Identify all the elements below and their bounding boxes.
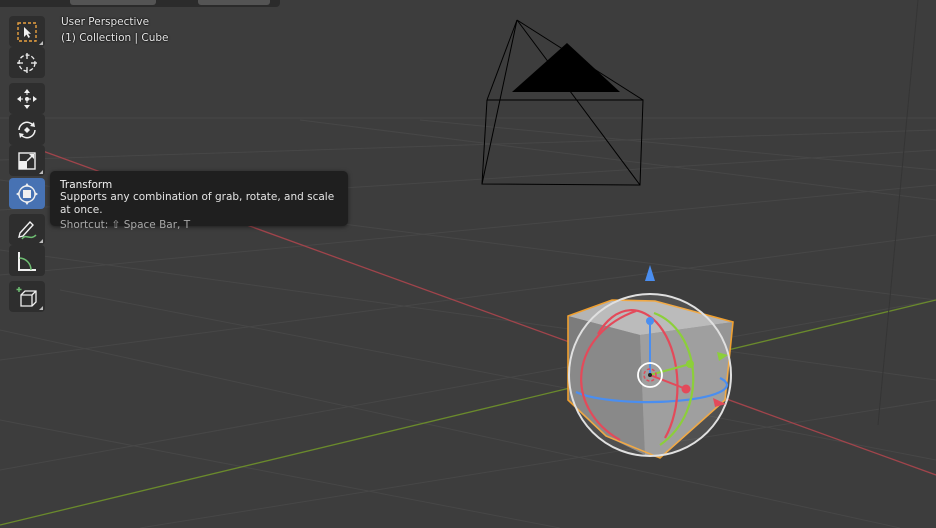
- cursor-tool[interactable]: [9, 47, 45, 78]
- camera-up-triangle: [512, 43, 620, 92]
- select-box-tool[interactable]: [9, 16, 45, 47]
- transform-gizmo[interactable]: [568, 265, 732, 457]
- annotate-icon: [18, 220, 37, 239]
- cursor-icon: [17, 52, 37, 73]
- y-axis-line: [0, 299, 936, 526]
- move-icon: [17, 88, 37, 109]
- transform-tool[interactable]: [9, 178, 45, 209]
- rotate-icon: [18, 121, 36, 138]
- add-cube-tool[interactable]: [9, 281, 45, 312]
- measure-icon: [18, 251, 36, 271]
- annotate-tool[interactable]: [9, 214, 45, 245]
- perspective-label: User Perspective: [61, 16, 150, 28]
- transform-tooltip: Transform Supports any combination of gr…: [50, 171, 348, 231]
- select-box-icon: [17, 21, 37, 42]
- header-strip: [0, 0, 280, 7]
- move-tool[interactable]: [9, 83, 45, 114]
- tooltip-shortcut: Shortcut: ⇧ Space Bar, T: [60, 219, 191, 231]
- z-axis-line: [877, 0, 919, 426]
- rotate-tool[interactable]: [9, 114, 45, 145]
- scale-icon: [18, 151, 36, 170]
- tooltip-title: Transform: [60, 179, 113, 191]
- measure-tool[interactable]: [9, 245, 45, 276]
- scale-tool[interactable]: [9, 145, 45, 176]
- add-cube-icon: [16, 286, 37, 307]
- transform-icon: [16, 182, 38, 205]
- tooltip-description: Supports any combination of grab, rotate…: [60, 191, 335, 216]
- collection-label: (1) Collection | Cube: [61, 32, 169, 44]
- 3d-viewport[interactable]: [0, 0, 936, 528]
